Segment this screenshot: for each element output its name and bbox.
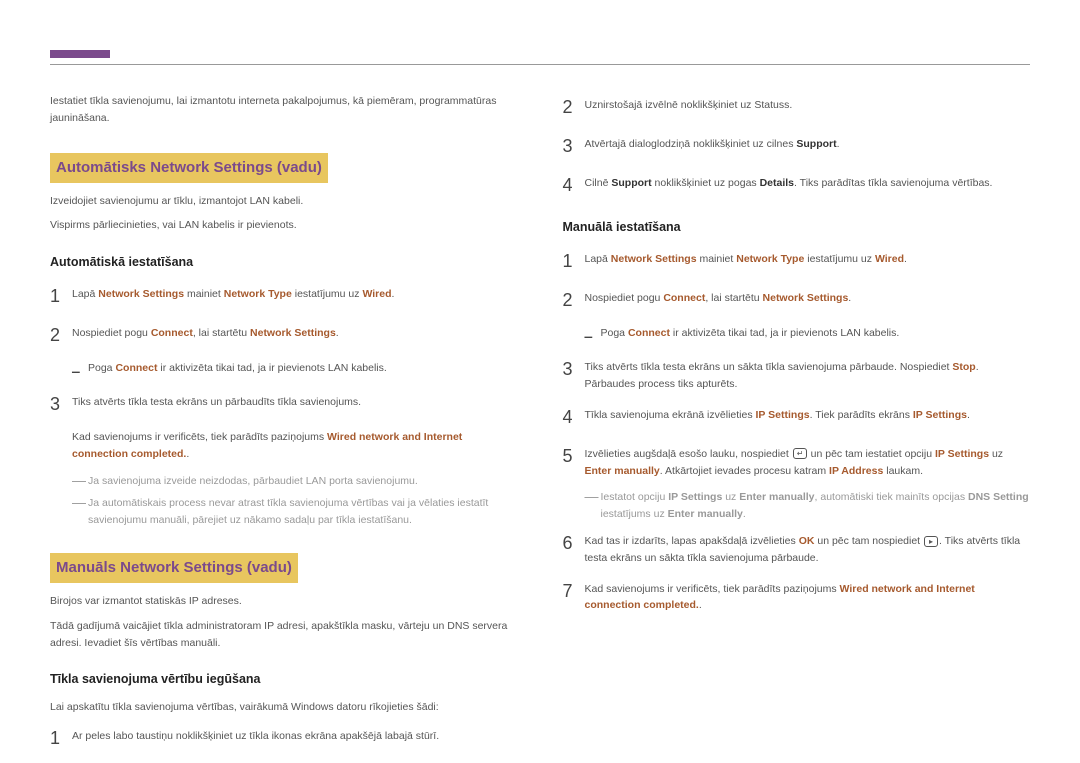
sub-step-text: Poga Connect ir aktivizēta tikai tad, ja… <box>601 325 900 342</box>
sub-step-text: Poga Connect ir aktivizēta tikai tad, ja… <box>88 360 387 377</box>
step-item: 2 Nospiediet pogu Connect, lai startētu … <box>50 321 518 350</box>
step-text: Cilnē Support noklikšķiniet uz pogas Det… <box>585 171 1031 192</box>
sub-step: ‒ Poga Connect ir aktivizēta tikai tad, … <box>72 360 518 382</box>
section-heading-auto: Automātisks Network Settings (vadu) <box>50 153 328 183</box>
step-text: Lapā Network Settings mainiet Network Ty… <box>72 282 518 303</box>
note-dash-icon: ― <box>585 489 601 503</box>
sub-heading-manual-setup: Manuālā iestatīšana <box>563 217 1031 237</box>
header-accent <box>50 50 110 58</box>
step-number: 4 <box>563 171 585 200</box>
step-number: 3 <box>563 355 585 384</box>
step-text: Ar peles labo taustiņu noklikšķiniet uz … <box>72 724 518 745</box>
dash-bullet: ‒ <box>585 325 601 347</box>
left-column: Iestatiet tīkla savienojumu, lai izmanto… <box>50 93 518 763</box>
body-text: Tādā gadījumā vaicājiet tīkla administra… <box>50 618 518 652</box>
step-text: Nospiediet pogu Connect, lai startētu Ne… <box>72 321 518 342</box>
note-text: Iestatot opciju IP Settings uz Enter man… <box>601 489 1031 523</box>
step-number: 1 <box>50 724 72 753</box>
step-item: 3 Tiks atvērts tīkla testa ekrāns un sāk… <box>563 355 1031 393</box>
step-item: 1 Lapā Network Settings mainiet Network … <box>563 247 1031 276</box>
step-text: Atvērtajā dialoglodziņā noklikšķiniet uz… <box>585 132 1031 153</box>
note-text: Ja automātiskais process nevar atrast tī… <box>88 495 518 529</box>
header-rule <box>50 64 1030 65</box>
body-text: Lai apskatītu tīkla savienojuma vērtības… <box>50 699 518 716</box>
step-number: 1 <box>50 282 72 311</box>
step-item: 7 Kad savienojums ir verificēts, tiek pa… <box>563 577 1031 615</box>
body-text: Birojos var izmantot statiskās IP adrese… <box>50 593 518 610</box>
dash-bullet: ‒ <box>72 360 88 382</box>
body-text: Izveidojiet savienojumu ar tīklu, izmant… <box>50 193 518 210</box>
step-item: 4 Cilnē Support noklikšķiniet uz pogas D… <box>563 171 1031 200</box>
right-column: 2 Uznirstošajā izvēlnē noklikšķiniet uz … <box>563 93 1031 763</box>
content-columns: Iestatiet tīkla savienojumu, lai izmanto… <box>50 93 1030 763</box>
sub-heading-obtain: Tīkla savienojuma vērtību iegūšana <box>50 669 518 689</box>
step-item: 1 Ar peles labo taustiņu noklikšķiniet u… <box>50 724 518 753</box>
note-dash-icon: ― <box>72 495 88 509</box>
step-continuation: Kad savienojums ir verificēts, tiek parā… <box>72 429 518 463</box>
step-number: 2 <box>563 93 585 122</box>
step-number: 2 <box>563 286 585 315</box>
sub-step: ‒ Poga Connect ir aktivizēta tikai tad, … <box>585 325 1031 347</box>
note-text: Ja savienojuma izveide neizdodas, pārbau… <box>88 473 418 490</box>
step-number: 7 <box>563 577 585 606</box>
step-text: Tiks atvērts tīkla testa ekrāns un pārba… <box>72 390 518 411</box>
step-item: 3 Tiks atvērts tīkla testa ekrāns un pār… <box>50 390 518 419</box>
step-item: 2 Nospiediet pogu Connect, lai startētu … <box>563 286 1031 315</box>
step-item: 2 Uznirstošajā izvēlnē noklikšķiniet uz … <box>563 93 1031 122</box>
step-text: Kad savienojums ir verificēts, tiek parā… <box>585 577 1031 615</box>
note-dash-icon: ― <box>72 473 88 487</box>
step-text: Kad tas ir izdarīts, lapas apakšdaļā izv… <box>585 529 1031 567</box>
sub-heading-auto-setup: Automātiskā iestatīšana <box>50 252 518 272</box>
step-text: Tīkla savienojuma ekrānā izvēlieties IP … <box>585 403 1031 424</box>
step-item: 1 Lapā Network Settings mainiet Network … <box>50 282 518 311</box>
step-item: 4 Tīkla savienojuma ekrānā izvēlieties I… <box>563 403 1031 432</box>
step-number: 3 <box>563 132 585 161</box>
step-item: 3 Atvērtajā dialoglodziņā noklikšķiniet … <box>563 132 1031 161</box>
play-button-icon <box>924 536 938 547</box>
step-item: 6 Kad tas ir izdarīts, lapas apakšdaļā i… <box>563 529 1031 567</box>
step-number: 5 <box>563 442 585 471</box>
step-number: 6 <box>563 529 585 558</box>
note-line: ― Ja savienojuma izveide neizdodas, pārb… <box>72 473 518 490</box>
step-number: 3 <box>50 390 72 419</box>
step-number: 2 <box>50 321 72 350</box>
step-text: Lapā Network Settings mainiet Network Ty… <box>585 247 1031 268</box>
step-text: Izvēlieties augšdaļā esošo lauku, nospie… <box>585 442 1031 480</box>
step-item: 5 Izvēlieties augšdaļā esošo lauku, nosp… <box>563 442 1031 480</box>
step-text: Uznirstošajā izvēlnē noklikšķiniet uz St… <box>585 93 1031 114</box>
step-text: Nospiediet pogu Connect, lai startētu Ne… <box>585 286 1031 307</box>
section-heading-manual: Manuāls Network Settings (vadu) <box>50 553 298 583</box>
step-number: 4 <box>563 403 585 432</box>
step-number: 1 <box>563 247 585 276</box>
enter-button-icon <box>793 448 807 459</box>
body-text: Vispirms pārliecinieties, vai LAN kabeli… <box>50 217 518 234</box>
intro-paragraph: Iestatiet tīkla savienojumu, lai izmanto… <box>50 93 518 127</box>
note-line: ― Ja automātiskais process nevar atrast … <box>72 495 518 529</box>
note-line: ― Iestatot opciju IP Settings uz Enter m… <box>585 489 1031 523</box>
step-text: Tiks atvērts tīkla testa ekrāns un sākta… <box>585 355 1031 393</box>
